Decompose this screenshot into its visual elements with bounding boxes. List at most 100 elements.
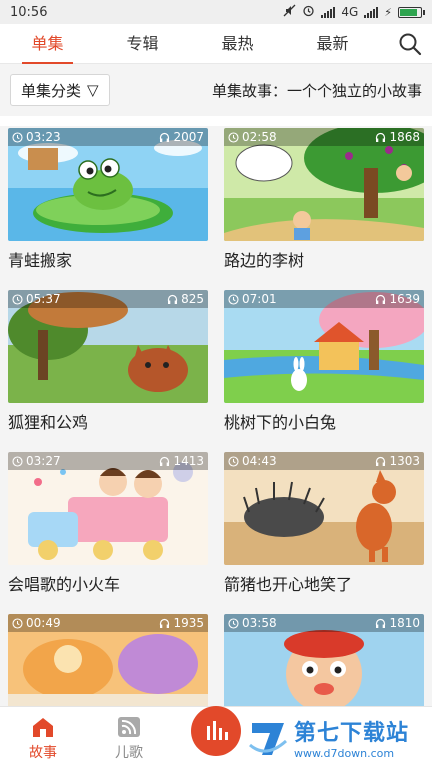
category-description: 单集故事：一个个独立的小故事	[211, 81, 422, 100]
story-title: 路边的李树	[224, 251, 305, 270]
home-icon	[33, 718, 53, 737]
headphones-icon	[167, 294, 178, 304]
clock-icon	[228, 617, 239, 629]
story-thumbnail: 05:37 825	[8, 290, 208, 403]
story-meta: 03:27 1413	[8, 452, 208, 470]
network-type: 4G	[341, 5, 359, 19]
story-card[interactable]: 03:23 2007 青蛙搬家	[8, 128, 208, 281]
headphones-icon	[376, 294, 386, 304]
story-thumbnail: 03:27 1413	[8, 452, 208, 565]
charging-icon: ⚡	[384, 5, 392, 19]
story-title: 会唱歌的小火车	[8, 575, 121, 594]
clock-icon	[228, 455, 239, 467]
status-indicators: 4G ⚡	[283, 4, 425, 20]
mute-icon	[283, 4, 296, 20]
story-meta: 04:43 1303	[224, 452, 424, 470]
story-title: 箭猪也开心地笑了	[224, 575, 353, 594]
story-thumbnail: 07:01 1639	[224, 290, 424, 403]
watermark: 第七下载站 www.d7down.com	[246, 710, 426, 764]
tab-album[interactable]: 专辑	[95, 24, 190, 64]
bottom-nav: 故事 儿歌 第七下载站 www.d7down.com	[0, 706, 432, 768]
story-card[interactable]: 03:27 1413 会唱歌的小火车	[8, 452, 208, 605]
story-thumbnail: 03:23 2007	[8, 128, 208, 241]
story-plays: 2007	[173, 130, 204, 144]
story-card[interactable]: 05:37 825 狐狸和公鸡	[8, 290, 208, 443]
story-thumbnail: 03:58 1810	[224, 614, 424, 706]
player-button[interactable]	[191, 706, 241, 756]
story-plays: 1935	[173, 616, 204, 630]
story-card[interactable]: 03:58 1810	[224, 614, 424, 706]
watermark-url: www.d7down.com	[294, 746, 395, 760]
story-duration: 02:58	[242, 130, 277, 144]
story-plays: 1810	[389, 616, 420, 630]
category-label: 单集分类	[21, 81, 82, 100]
clock-icon	[12, 131, 23, 143]
tab-bar: 单集 专辑 最热 最新	[0, 24, 432, 64]
audio-bars-icon	[207, 721, 228, 740]
story-title: 桃树下的小白兔	[224, 413, 337, 432]
headphones-icon	[376, 132, 386, 142]
tab-label: 最热	[221, 33, 254, 53]
clock-icon	[228, 293, 239, 305]
nav-item-songs[interactable]: 儿歌	[86, 716, 172, 768]
story-meta: 00:49 1935	[8, 614, 208, 632]
headphones-icon	[160, 456, 170, 466]
headphones-icon	[376, 456, 386, 466]
nav-item-stories[interactable]: 故事	[0, 716, 86, 768]
status-time: 10:56	[10, 4, 48, 20]
story-plays: 1868	[389, 130, 420, 144]
tab-single[interactable]: 单集	[0, 24, 95, 64]
tab-hottest[interactable]: 最热	[190, 24, 285, 64]
story-title: 狐狸和公鸡	[8, 413, 89, 432]
tab-label: 单集	[31, 33, 64, 53]
chevron-down-icon: ▽	[87, 81, 99, 99]
story-plays: 1639	[389, 292, 420, 306]
clock-icon	[12, 455, 23, 467]
story-grid: 03:23 2007 青蛙搬家 02:58 1868 路边的李树 05:37 8…	[0, 126, 432, 706]
tab-label: 最新	[316, 33, 349, 53]
filter-row: 单集分类 ▽ 单集故事：一个个独立的小故事	[0, 64, 432, 116]
rss-icon	[118, 717, 140, 737]
search-icon	[399, 33, 422, 56]
story-duration: 03:23	[26, 130, 61, 144]
story-meta: 05:37 825	[8, 290, 208, 308]
story-card[interactable]: 07:01 1639 桃树下的小白兔	[224, 290, 424, 443]
story-card[interactable]: 00:49 1935	[8, 614, 208, 706]
signal-icon-2	[364, 6, 379, 18]
story-duration: 03:58	[242, 616, 277, 630]
watermark-logo-icon	[249, 723, 288, 755]
story-duration: 07:01	[242, 292, 277, 306]
story-thumbnail: 02:58 1868	[224, 128, 424, 241]
story-card[interactable]: 04:43 1303 箭猪也开心地笑了	[224, 452, 424, 605]
story-thumbnail: 04:43 1303	[224, 452, 424, 565]
story-plays: 1303	[389, 454, 420, 468]
story-meta: 02:58 1868	[224, 128, 424, 146]
headphones-icon	[376, 618, 386, 628]
tab-label: 专辑	[126, 33, 159, 53]
nav-label: 儿歌	[115, 745, 143, 761]
story-plays: 1413	[173, 454, 204, 468]
battery-fill	[400, 8, 418, 16]
clock-icon	[12, 293, 23, 305]
alarm-icon	[302, 4, 315, 20]
headphones-icon	[160, 618, 170, 628]
story-meta: 03:23 2007	[8, 128, 208, 146]
story-duration: 04:43	[242, 454, 277, 468]
clock-icon	[12, 617, 23, 629]
watermark-name: 第七下载站	[294, 720, 410, 746]
headphones-icon	[160, 132, 170, 142]
story-plays: 825	[181, 292, 204, 306]
category-dropdown[interactable]: 单集分类 ▽	[10, 74, 110, 106]
story-duration: 05:37	[26, 292, 61, 306]
signal-icon	[321, 6, 336, 18]
story-duration: 03:27	[26, 454, 61, 468]
status-bar: 10:56 4G ⚡	[0, 0, 432, 24]
search-button[interactable]	[398, 32, 422, 56]
tab-newest[interactable]: 最新	[285, 24, 380, 64]
battery-icon	[398, 6, 425, 18]
clock-icon	[228, 131, 239, 143]
story-card[interactable]: 02:58 1868 路边的李树	[224, 128, 424, 281]
story-title: 青蛙搬家	[8, 251, 73, 270]
story-duration: 00:49	[26, 616, 61, 630]
story-meta: 03:58 1810	[224, 614, 424, 632]
